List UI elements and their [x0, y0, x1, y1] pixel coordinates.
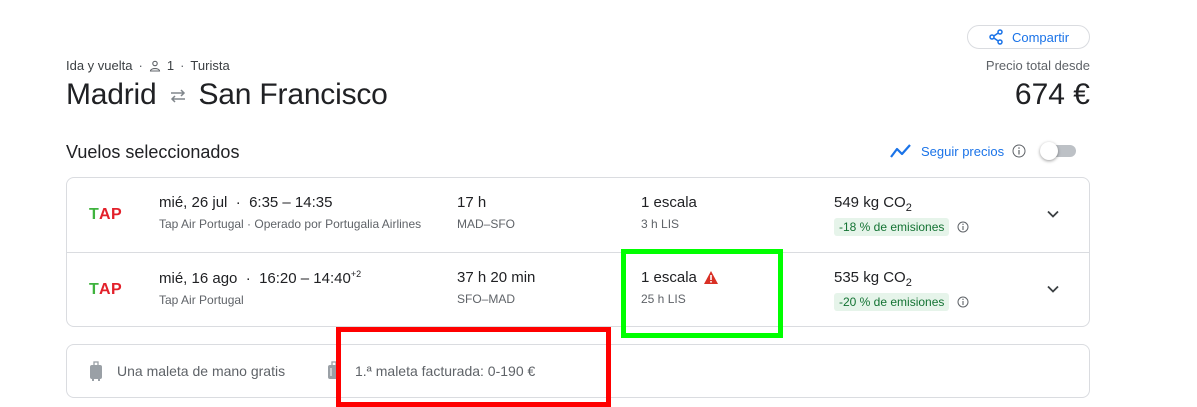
flight-airline: Tap Air Portugal · Operado por Portugali…	[159, 217, 422, 231]
flight-row-return[interactable]: T A P mié, 16 ago · 16:20 – 14:40+2 Tap …	[67, 252, 1089, 326]
stop-detail: 25 h LIS	[641, 292, 686, 306]
stops-value: 1 escala	[641, 194, 697, 211]
svg-text:A: A	[99, 281, 111, 297]
share-icon	[989, 29, 1003, 45]
stop-detail: 3 h LIS	[641, 217, 680, 231]
co2-value: 549 kg CO2	[834, 194, 969, 214]
duration-value: 17 h	[457, 194, 487, 211]
flight-duration: 37 h 20 min SFO–MAD	[457, 269, 535, 306]
flight-airline: Tap Air Portugal	[159, 293, 244, 307]
co2-subscript: 2	[905, 277, 912, 289]
flight-date: mié, 16 ago	[159, 270, 238, 287]
flight-stops: 1 escala 25 h LIS	[641, 269, 719, 306]
duration-value: 37 h 20 min	[457, 269, 536, 286]
co2-value: 535 kg CO2	[834, 269, 969, 289]
flight-date-time: mié, 26 jul · 6:35 – 14:35	[159, 194, 421, 211]
luggage-icon	[328, 361, 340, 379]
info-icon[interactable]	[1012, 144, 1026, 158]
flight-duration: 17 h MAD–SFO	[457, 194, 515, 231]
svg-text:T: T	[89, 281, 99, 297]
chevron-down-icon[interactable]	[1045, 281, 1061, 297]
emissions-badge: -20 % de emisiones	[834, 293, 950, 311]
track-prices-label[interactable]: Seguir precios	[921, 144, 1004, 159]
destination-city: San Francisco	[198, 78, 388, 111]
passenger-count: 1	[166, 58, 175, 73]
checked-bag-item: 1.ª maleta facturada: 0-190 €	[327, 345, 535, 397]
svg-text:P: P	[111, 206, 122, 222]
route-title: Madrid San Francisco	[66, 78, 388, 112]
day-offset: +2	[350, 269, 362, 279]
price-total: 674 €	[1014, 78, 1090, 111]
flight-route: MAD–SFO	[457, 217, 516, 231]
svg-text:P: P	[111, 281, 122, 297]
separator-dot: ·	[138, 58, 143, 73]
emissions-badge: -18 % de emisiones	[834, 218, 950, 236]
flight-date: mié, 26 jul	[159, 194, 228, 211]
track-prices-toggle[interactable]	[1040, 142, 1077, 160]
checked-bag-label: 1.ª maleta facturada: 0-190 €	[355, 363, 536, 379]
flight-stops: 1 escala 3 h LIS	[641, 194, 697, 231]
info-icon[interactable]	[957, 221, 969, 233]
stops-value: 1 escala	[641, 269, 697, 286]
swap-arrows-icon	[170, 89, 185, 103]
share-button[interactable]: Compartir	[967, 25, 1090, 49]
selected-flights-list: T A P mié, 26 jul · 6:35 – 14:35 Tap Air…	[66, 177, 1090, 327]
trend-chart-icon	[890, 144, 911, 158]
separator-dot: ·	[231, 194, 245, 211]
price-caption: Precio total desde	[985, 58, 1090, 73]
flight-route: SFO–MAD	[457, 292, 516, 306]
luggage-icon	[90, 361, 102, 381]
flight-summary: mié, 26 jul · 6:35 – 14:35 Tap Air Portu…	[159, 194, 421, 231]
separator-dot: ·	[180, 58, 185, 73]
flight-times: 16:20 – 14:40	[259, 270, 351, 287]
track-prices: Seguir precios	[889, 142, 1077, 160]
cabin-class: Turista	[190, 58, 230, 73]
share-label: Compartir	[1011, 29, 1070, 45]
origin-city: Madrid	[66, 78, 157, 111]
flight-summary: mié, 16 ago · 16:20 – 14:40+2 Tap Air Po…	[159, 269, 361, 307]
svg-text:A: A	[99, 206, 111, 222]
toggle-knob	[1040, 142, 1059, 160]
flight-times: 6:35 – 14:35	[249, 194, 333, 211]
trip-type: Ida y vuelta	[66, 58, 133, 73]
flight-emissions: 549 kg CO2 -18 % de emisiones	[834, 194, 969, 236]
info-icon[interactable]	[957, 296, 969, 308]
trip-meta: Ida y vuelta · 1 · Turista	[66, 58, 230, 73]
selected-flights-title: Vuelos seleccionados	[66, 142, 240, 162]
co2-amount: 535 kg CO	[834, 269, 906, 286]
flight-date-time: mié, 16 ago · 16:20 – 14:40+2	[159, 269, 361, 287]
flight-row-outbound[interactable]: T A P mié, 26 jul · 6:35 – 14:35 Tap Air…	[67, 178, 1089, 252]
chevron-down-icon[interactable]	[1045, 206, 1061, 222]
flight-emissions: 535 kg CO2 -20 % de emisiones	[834, 269, 969, 311]
person-icon	[149, 60, 160, 72]
separator-dot: ·	[241, 270, 255, 287]
co2-amount: 549 kg CO	[834, 194, 906, 211]
tap-airline-logo: T A P	[89, 281, 122, 297]
svg-text:T: T	[89, 206, 99, 222]
baggage-info: Una maleta de mano gratis 1.ª maleta fac…	[66, 344, 1090, 398]
carry-on-label: Una maleta de mano gratis	[117, 363, 286, 379]
warning-icon[interactable]	[703, 270, 719, 285]
co2-subscript: 2	[905, 202, 912, 214]
carry-on-item: Una maleta de mano gratis	[89, 345, 285, 397]
tap-airline-logo: T A P	[89, 206, 122, 222]
